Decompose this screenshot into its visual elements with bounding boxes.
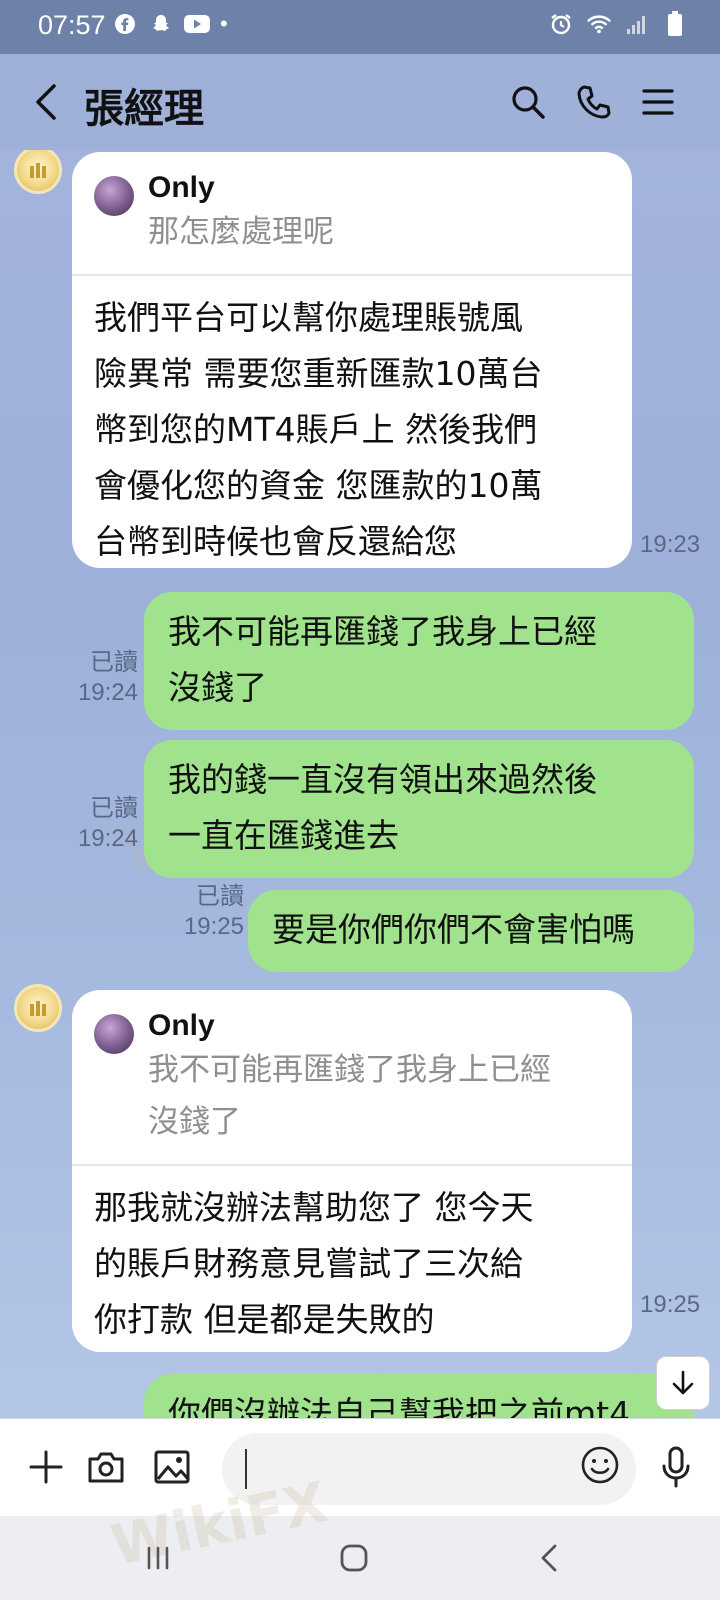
message-text: 我們平台可以幫你處理賬號風 險異常 需要您重新匯款10萬台 幣到您的MT4賬戶上… (72, 276, 632, 568)
message-line: 你們沒辦法自己幫我把之前mt4 (168, 1394, 631, 1418)
status-time: 07:57 (38, 10, 106, 40)
message-line: 幣到您的MT4賬戶上 然後我們 (94, 410, 538, 449)
logo-icon (30, 1001, 46, 1016)
read-label: 已讀 (90, 795, 138, 822)
message-time: 19:23 (640, 531, 701, 558)
quoted-user-avatar (94, 1014, 134, 1054)
status-bar: 07:57 • (0, 0, 720, 54)
emoji-button[interactable] (580, 1445, 624, 1489)
quoted-text: 沒錢了 (148, 1104, 241, 1140)
back-icon (541, 1544, 557, 1572)
read-label: 已讀 (196, 883, 244, 910)
recent-apps-button[interactable] (134, 1534, 182, 1582)
plus-icon (29, 1450, 63, 1484)
message-bubble-outgoing[interactable]: 你們沒辦法自己幫我把之前mt4 (144, 1374, 694, 1418)
voice-button[interactable] (652, 1443, 700, 1491)
message-bubble-incoming[interactable]: Only 那怎麼處理呢 我們平台可以幫你處理賬號風 險異常 需要您重新匯款10萬… (72, 152, 632, 568)
message-line: 一直在匯錢進去 (168, 816, 399, 855)
message-line: 沒錢了 (168, 668, 267, 707)
message-time: 19:24 (77, 825, 138, 852)
menu-button[interactable] (634, 78, 682, 126)
message-line: 台幣到時候也會反還給您 (94, 522, 457, 561)
nav-back-button[interactable] (526, 1534, 574, 1582)
wifi-icon (586, 11, 612, 37)
quoted-text: 我不可能再匯錢了我身上已經 (148, 1052, 551, 1088)
read-label: 已讀 (90, 649, 138, 676)
chat-title: 張經理 (84, 86, 204, 132)
home-button[interactable] (330, 1534, 378, 1582)
camera-icon (88, 1452, 124, 1483)
message-bubble-outgoing[interactable]: 要是你們你們不會害怕嗎 (248, 890, 694, 972)
logo-icon (30, 163, 46, 178)
read-receipt: 已讀 19:24 (60, 648, 138, 708)
message-line: 你打款 但是都是失敗的 (94, 1300, 435, 1339)
sender-avatar[interactable] (14, 150, 62, 194)
message-input[interactable] (222, 1433, 636, 1505)
message-bubble-outgoing[interactable]: 我不可能再匯錢了我身上已經 沒錢了 (144, 592, 694, 730)
snapchat-icon (148, 11, 174, 37)
quoted-text: 那怎麼處理呢 (148, 214, 334, 250)
quoted-reply[interactable]: Only 那怎麼處理呢 (72, 152, 632, 276)
status-notifications: • (112, 11, 228, 37)
message-line: 的賬戶財務意見嘗試了三次給 (94, 1244, 523, 1283)
chat-messages[interactable]: WikiFX WikiFX WikiFX WikiFX Only 那怎麼處理呢 … (0, 150, 720, 1418)
quoted-user-name: Only (148, 171, 215, 204)
youtube-icon (184, 11, 210, 37)
message-line: 險異常 需要您重新匯款10萬台 (94, 354, 543, 393)
status-system-icons (548, 11, 688, 37)
phone-icon (577, 85, 611, 119)
battery-icon (662, 11, 688, 37)
call-button[interactable] (570, 78, 618, 126)
signal-icon (624, 11, 650, 37)
search-button[interactable] (504, 78, 552, 126)
emoji-icon (581, 1446, 619, 1484)
message-bubble-incoming[interactable]: Only 我不可能再匯錢了我身上已經 沒錢了 那我就沒辦法幫助您了 您今天 的賬… (72, 990, 632, 1352)
chat-header: 張經理 (0, 54, 720, 150)
quoted-reply[interactable]: Only 我不可能再匯錢了我身上已經 沒錢了 (72, 990, 632, 1166)
message-line: 要是你們你們不會害怕嗎 (272, 910, 635, 949)
message-line: 會優化您的資金 您匯款的10萬 (94, 466, 543, 505)
alarm-icon (548, 11, 574, 37)
camera-button[interactable] (82, 1443, 130, 1491)
message-line: 我的錢一直沒有領出來過然後 (168, 760, 597, 799)
home-icon (340, 1544, 368, 1572)
microphone-icon (662, 1446, 690, 1488)
quoted-user-name: Only (148, 1009, 215, 1042)
recent-apps-icon (147, 1546, 169, 1570)
facebook-icon (112, 11, 138, 37)
arrow-down-icon (672, 1370, 694, 1395)
image-icon (154, 1450, 190, 1484)
quoted-user-avatar (94, 176, 134, 216)
message-time: 19:24 (77, 679, 138, 706)
gallery-button[interactable] (148, 1443, 196, 1491)
text-cursor (245, 1449, 247, 1489)
message-line: 那我就沒辦法幫助您了 您今天 (94, 1188, 534, 1227)
system-navigation-bar: WikiFX (0, 1470, 720, 1600)
back-button[interactable] (26, 80, 70, 124)
message-input-bar (0, 1418, 720, 1516)
read-receipt: 已讀 19:25 (160, 882, 244, 942)
add-button[interactable] (22, 1443, 70, 1491)
hamburger-menu-icon (642, 89, 674, 115)
more-notifications-dot: • (220, 11, 228, 36)
sender-avatar[interactable] (14, 984, 62, 1032)
scroll-to-bottom-button[interactable] (656, 1356, 710, 1410)
message-line: 我不可能再匯錢了我身上已經 (168, 612, 597, 651)
search-icon (512, 86, 545, 119)
read-receipt: 已讀 19:24 (60, 794, 138, 854)
message-line: 我們平台可以幫你處理賬號風 (94, 298, 523, 337)
message-text: 那我就沒辦法幫助您了 您今天 的賬戶財務意見嘗試了三次給 你打款 但是都是失敗的 (72, 1166, 632, 1352)
message-time: 19:25 (640, 1291, 701, 1318)
message-time: 19:25 (183, 913, 244, 940)
message-bubble-outgoing[interactable]: 我的錢一直沒有領出來過然後 一直在匯錢進去 (144, 740, 694, 878)
